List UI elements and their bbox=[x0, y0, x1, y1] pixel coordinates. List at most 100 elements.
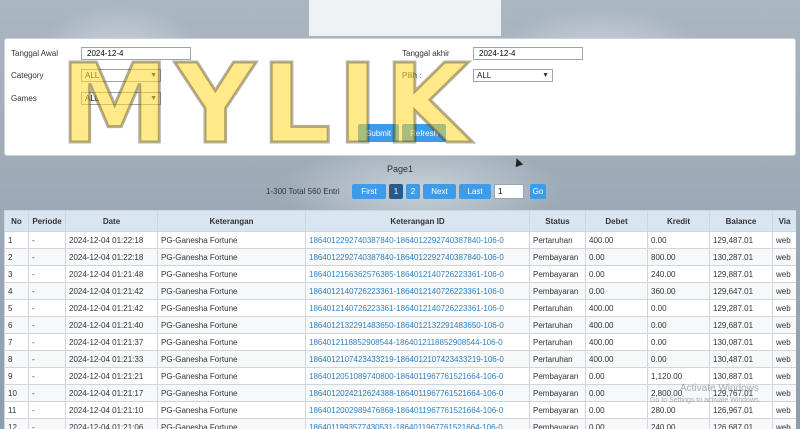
cell-no: 4 bbox=[4, 282, 29, 300]
cell-periode: - bbox=[28, 333, 66, 351]
cell-date: 2024-12-04 01:21:42 bbox=[65, 282, 158, 300]
column-header-kredit[interactable]: Kredit bbox=[647, 210, 710, 232]
cell-date: 2024-12-04 01:21:37 bbox=[65, 333, 158, 351]
refresh-button[interactable]: Refresh bbox=[402, 124, 446, 142]
submit-button[interactable]: Submit bbox=[358, 124, 399, 142]
cell-via: web bbox=[772, 401, 796, 419]
cell-status: Pertaruhan bbox=[529, 299, 586, 317]
last-page-button[interactable]: Last bbox=[459, 184, 491, 199]
cell-keterangan-id[interactable]: 1864012118852908544-1864012118852908544-… bbox=[305, 333, 530, 351]
table-header-row: No Periode Date Keterangan Keterangan ID… bbox=[4, 210, 796, 232]
cell-keterangan-id[interactable]: 1864012140726223361-1864012140726223361-… bbox=[305, 299, 530, 317]
pilih-label: Pilih : bbox=[402, 71, 422, 80]
next-page-button[interactable]: Next bbox=[423, 184, 456, 199]
cell-status: Pertaruhan bbox=[529, 333, 586, 351]
cell-balance: 130,887.01 bbox=[709, 367, 773, 385]
end-date-label: Tanggal akhir bbox=[402, 49, 450, 58]
cell-date: 2024-12-04 01:21:17 bbox=[65, 384, 158, 402]
cell-periode: - bbox=[28, 401, 66, 419]
cell-via: web bbox=[772, 248, 796, 266]
table-row: 9-2024-12-04 01:21:21 PG-Ganesha Fortune 1… bbox=[4, 367, 796, 385]
cell-no: 9 bbox=[4, 367, 29, 385]
cell-keterangan-id[interactable]: 1864012140726223361-1864012140726223361-… bbox=[305, 282, 530, 300]
cell-date: 2024-12-04 01:21:48 bbox=[65, 265, 158, 283]
cell-kredit: 360.00 bbox=[647, 282, 710, 300]
cell-keterangan-id[interactable]: 1864011993577430531-1864011967761521664-… bbox=[305, 418, 530, 429]
start-date-input[interactable] bbox=[81, 47, 191, 60]
table-row: 4-2024-12-04 01:21:42 PG-Ganesha Fortune 1… bbox=[4, 282, 796, 300]
cell-date: 2024-12-04 01:22:18 bbox=[65, 231, 158, 249]
cell-keterangan: PG-Ganesha Fortune bbox=[157, 367, 306, 385]
cell-periode: - bbox=[28, 384, 66, 402]
cell-debet: 0.00 bbox=[585, 418, 648, 429]
cell-periode: - bbox=[28, 316, 66, 334]
pilih-select[interactable]: ALL ▼ bbox=[473, 69, 553, 82]
cell-debet: 0.00 bbox=[585, 282, 648, 300]
cell-keterangan: PG-Ganesha Fortune bbox=[157, 248, 306, 266]
page-number-input[interactable] bbox=[494, 184, 524, 199]
table-row: 7-2024-12-04 01:21:37 PG-Ganesha Fortune 1… bbox=[4, 333, 796, 351]
cell-debet: 400.00 bbox=[585, 231, 648, 249]
cell-periode: - bbox=[28, 231, 66, 249]
column-header-balance[interactable]: Balance bbox=[709, 210, 773, 232]
cell-debet: 0.00 bbox=[585, 367, 648, 385]
cell-keterangan: PG-Ganesha Fortune bbox=[157, 299, 306, 317]
cell-debet: 0.00 bbox=[585, 384, 648, 402]
page-title: Page1 bbox=[386, 164, 414, 174]
table-row: 3-2024-12-04 01:21:48 PG-Ganesha Fortune 1… bbox=[4, 265, 796, 283]
column-header-status[interactable]: Status bbox=[529, 210, 586, 232]
column-header-via[interactable]: Via bbox=[772, 210, 796, 232]
page-2-button[interactable]: 2 bbox=[406, 184, 420, 199]
cell-keterangan-id[interactable]: 1864012107423433219-1864012107423433219-… bbox=[305, 350, 530, 368]
cell-status: Pertaruhan bbox=[529, 316, 586, 334]
column-header-keterangan-id[interactable]: Keterangan ID bbox=[305, 210, 530, 232]
column-header-keterangan[interactable]: Keterangan bbox=[157, 210, 306, 232]
cell-keterangan-id[interactable]: 1864012292740387840-1864012292740387840-… bbox=[305, 248, 530, 266]
cell-kredit: 0.00 bbox=[647, 350, 710, 368]
cell-periode: - bbox=[28, 265, 66, 283]
first-page-button[interactable]: First bbox=[352, 184, 386, 199]
cell-keterangan-id[interactable]: 1864012132291483650-1864012132291483650-… bbox=[305, 316, 530, 334]
table-row: 2-2024-12-04 01:22:18 PG-Ganesha Fortune 1… bbox=[4, 248, 796, 266]
cell-keterangan: PG-Ganesha Fortune bbox=[157, 333, 306, 351]
cell-keterangan-id[interactable]: 1864012156362576385-1864012140726223361-… bbox=[305, 265, 530, 283]
column-header-date[interactable]: Date bbox=[65, 210, 158, 232]
table-row: 5-2024-12-04 01:21:42 PG-Ganesha Fortune 1… bbox=[4, 299, 796, 317]
cell-kredit: 240.00 bbox=[647, 265, 710, 283]
cell-no: 1 bbox=[4, 231, 29, 249]
cell-keterangan-id[interactable]: 1864012292740387840-1864012292740387840-… bbox=[305, 231, 530, 249]
cell-balance: 126,967.01 bbox=[709, 401, 773, 419]
column-header-no[interactable]: No bbox=[4, 210, 29, 232]
cell-date: 2024-12-04 01:21:10 bbox=[65, 401, 158, 419]
cell-via: web bbox=[772, 333, 796, 351]
cell-balance: 129,287.01 bbox=[709, 299, 773, 317]
go-button[interactable]: Go bbox=[530, 184, 546, 199]
games-select[interactable]: ALL ▼ bbox=[81, 92, 161, 105]
cell-periode: - bbox=[28, 418, 66, 429]
cell-date: 2024-12-04 01:21:40 bbox=[65, 316, 158, 334]
chevron-down-icon: ▼ bbox=[542, 72, 549, 79]
start-date-label: Tanggal Awal bbox=[11, 49, 58, 58]
cell-status: Pembayaran bbox=[529, 265, 586, 283]
cell-keterangan-id[interactable]: 1864012051089740800-1864011967761521664-… bbox=[305, 367, 530, 385]
cell-periode: - bbox=[28, 367, 66, 385]
cell-status: Pembayaran bbox=[529, 418, 586, 429]
cell-via: web bbox=[772, 418, 796, 429]
cell-keterangan-id[interactable]: 1864012024212624388-1864011967761521664-… bbox=[305, 384, 530, 402]
column-header-debet[interactable]: Debet bbox=[585, 210, 648, 232]
cell-keterangan-id[interactable]: 1864012002989476868-1864011967761521664-… bbox=[305, 401, 530, 419]
cell-periode: - bbox=[28, 350, 66, 368]
cell-via: web bbox=[772, 316, 796, 334]
column-header-periode[interactable]: Periode bbox=[28, 210, 66, 232]
top-banner-strip bbox=[309, 0, 501, 36]
cell-kredit: 800.00 bbox=[647, 248, 710, 266]
page-1-button[interactable]: 1 bbox=[389, 184, 403, 199]
cell-keterangan: PG-Ganesha Fortune bbox=[157, 384, 306, 402]
cell-date: 2024-12-04 01:21:42 bbox=[65, 299, 158, 317]
end-date-input[interactable] bbox=[473, 47, 583, 60]
cell-via: web bbox=[772, 265, 796, 283]
category-select[interactable]: ALL ▼ bbox=[81, 69, 161, 82]
cell-kredit: 240.00 bbox=[647, 418, 710, 429]
activate-windows-subtitle: Go to Settings to activate Windows. bbox=[650, 397, 761, 404]
filter-panel: Tanggal Awal Tanggal akhir Category ALL … bbox=[4, 38, 796, 156]
